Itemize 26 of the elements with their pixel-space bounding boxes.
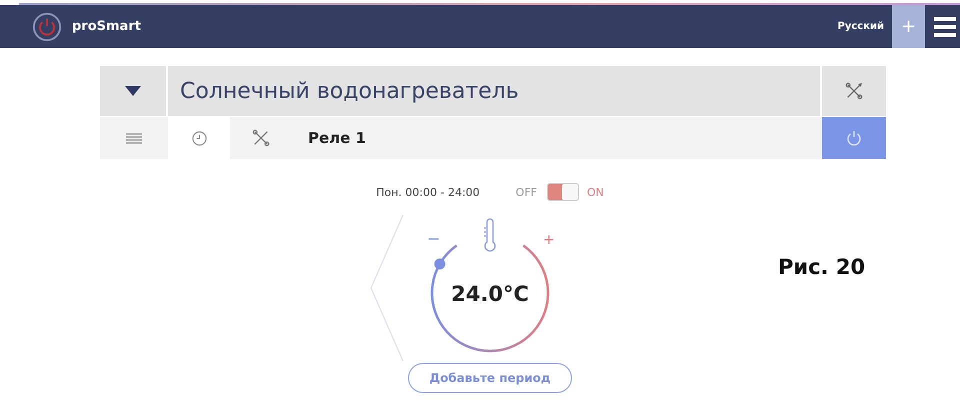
- increase-label[interactable]: +: [543, 232, 555, 248]
- schedule-period: Пон. 00:00 - 24:00: [376, 186, 480, 198]
- power-logo-icon: [32, 12, 62, 42]
- add-period-button[interactable]: Добавьте период: [408, 363, 572, 393]
- on-label: ON: [586, 186, 604, 198]
- clock-icon: [192, 130, 206, 146]
- on-off-toggle[interactable]: [546, 183, 579, 201]
- settings-button[interactable]: [822, 66, 886, 116]
- device-title: Солнечный водонагреватель: [180, 78, 519, 104]
- dial-knob[interactable]: [434, 258, 446, 270]
- temperature-value: 24.0°C: [450, 282, 530, 306]
- off-label: OFF: [516, 186, 537, 198]
- figure-caption: Рис. 20: [778, 255, 866, 279]
- expand-toggle[interactable]: [100, 66, 166, 116]
- add-button[interactable]: +: [892, 5, 925, 48]
- power-icon: [846, 130, 862, 146]
- decrease-label[interactable]: −: [427, 229, 440, 248]
- tools-icon: [252, 129, 270, 147]
- caret-icon: [125, 86, 141, 96]
- tools-icon: [845, 82, 863, 100]
- thermometer-icon: [484, 218, 496, 252]
- relay-name: Реле 1: [308, 129, 366, 147]
- menu-icon[interactable]: [934, 16, 956, 38]
- language-selector[interactable]: Русский: [837, 21, 884, 32]
- logo-text: proSmart: [72, 19, 141, 34]
- list-icon: [126, 132, 142, 144]
